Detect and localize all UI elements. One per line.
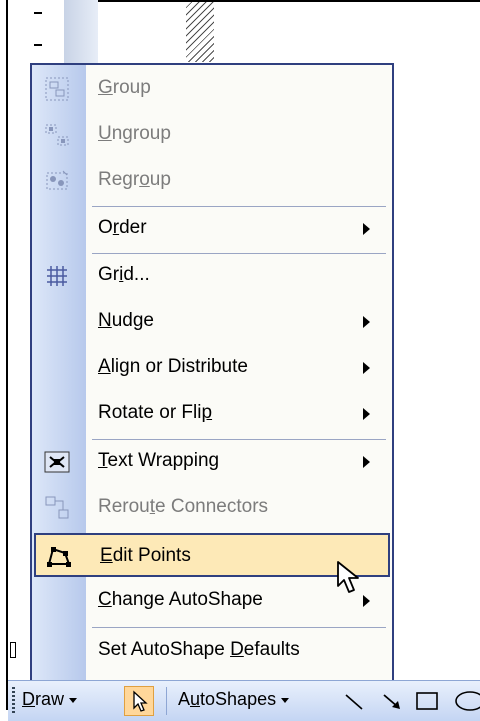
rectangle-icon [416,692,438,710]
arrow-line-icon [383,694,400,709]
toolbar-grip[interactable] [12,687,15,715]
oval-tool-button[interactable] [452,689,480,718]
grid-icon [40,260,74,292]
menu-item-label: Nudge [98,310,155,331]
menu-item-order[interactable]: Order [34,207,390,251]
submenu-arrow-icon [363,408,370,420]
draw-menu-button[interactable]: Draw [22,689,78,710]
mouse-pointer-icon [336,560,362,601]
submenu-arrow-icon [363,595,370,607]
toolbar-separator [166,687,167,715]
line-tool-button[interactable] [342,689,366,718]
rectangle-tool-button[interactable] [414,689,440,718]
menu-item-label: Group [98,77,151,98]
ruler-tick [34,44,42,46]
oval-icon [455,691,480,711]
menu-item-rotate-or-flip[interactable]: Rotate or Flip [34,392,390,436]
edit-points-icon [42,541,76,573]
menu-item-label: Reroute Connectors [98,496,269,517]
menu-item-label: Text Wrapping [98,450,220,471]
select-objects-button[interactable] [124,686,154,716]
ungroup-icon [40,119,74,151]
menu-item-grid[interactable]: Grid... [34,254,390,298]
submenu-arrow-icon [363,456,370,468]
menu-item-label: Align or Distribute [98,356,248,377]
menu-item-reroute-connectors[interactable]: Reroute Connectors [34,486,390,530]
autoshapes-menu-button[interactable]: AutoShapes [178,689,290,710]
shape-selection-hatch [186,0,214,62]
menu-item-label: Rotate or Flip [98,402,213,423]
menu-item-label: Regroup [98,169,171,190]
submenu-arrow-icon [363,223,370,235]
menu-item-label: Ungroup [98,123,171,144]
dropdown-arrow-icon [69,697,78,703]
line-icon [345,694,363,710]
ruler-marker [10,642,16,658]
group-icon [40,73,74,105]
menu-item-regroup[interactable]: Regroup [34,159,390,203]
submenu-arrow-icon [363,362,370,374]
menu-item-label: Set AutoShape Defaults [98,639,300,660]
menu-item-group[interactable]: Group [34,67,390,111]
menu-item-label: Edit Points [100,545,191,566]
drawing-toolbar: Draw AutoShapes [8,680,480,721]
text-wrapping-icon [40,446,74,478]
menu-item-ungroup[interactable]: Ungroup [34,113,390,157]
menu-item-label: Change AutoShape [98,589,263,610]
menu-item-label: Order [98,217,147,238]
dropdown-arrow-icon [281,697,290,703]
menu-item-set-autoshape-defaults[interactable]: Set AutoShape Defaults [34,629,390,673]
menu-item-align-or-distribute[interactable]: Align or Distribute [34,346,390,390]
menu-separator [92,627,386,628]
submenu-arrow-icon [363,316,370,328]
menu-item-label: Grid... [98,264,150,285]
menu-item-text-wrapping[interactable]: Text Wrapping [34,440,390,484]
menu-item-nudge[interactable]: Nudge [34,300,390,344]
regroup-icon [40,165,74,197]
arrow-pointer-icon [133,690,148,712]
ruler-tick [34,12,42,14]
reroute-connectors-icon [40,492,74,524]
arrow-tool-button[interactable] [380,689,404,718]
